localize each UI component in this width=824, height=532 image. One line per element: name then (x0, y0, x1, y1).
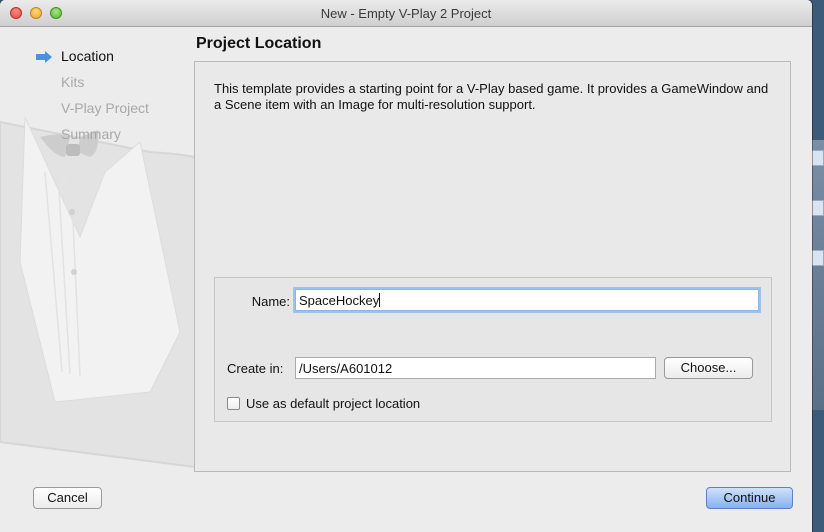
project-name-input[interactable]: SpaceHockey (295, 289, 759, 311)
current-step-arrow-icon (36, 51, 52, 63)
location-group: Name: SpaceHockey Create in: /Users/A601… (214, 277, 772, 422)
cancel-button[interactable]: Cancel (33, 487, 102, 509)
step-summary: Summary (61, 126, 121, 142)
step-vplay-project: V-Play Project (61, 100, 149, 116)
continue-button[interactable]: Continue (706, 487, 793, 509)
create-in-label: Create in: (227, 361, 284, 376)
page-title: Project Location (196, 35, 322, 52)
text-caret (379, 293, 381, 307)
step-kits: Kits (61, 74, 85, 90)
wizard-sidebar: Location Kits V-Play Project Summary (0, 27, 242, 477)
wizard-window: New - Empty V-Play 2 Project Location Ki… (0, 0, 812, 532)
choose-button[interactable]: Choose... (664, 357, 753, 379)
window-title: New - Empty V-Play 2 Project (320, 6, 492, 21)
template-description: This template provides a starting point … (214, 81, 769, 112)
title-bar[interactable]: New - Empty V-Play 2 Project (0, 0, 812, 27)
default-location-checkbox[interactable] (227, 397, 240, 410)
create-in-input[interactable]: /Users/A601012 (295, 357, 656, 379)
name-label: Name: (251, 294, 290, 309)
step-location: Location (61, 48, 114, 64)
content-panel: This template provides a starting point … (194, 61, 791, 472)
project-name-value: SpaceHockey (299, 293, 380, 308)
default-location-label[interactable]: Use as default project location (246, 396, 420, 411)
